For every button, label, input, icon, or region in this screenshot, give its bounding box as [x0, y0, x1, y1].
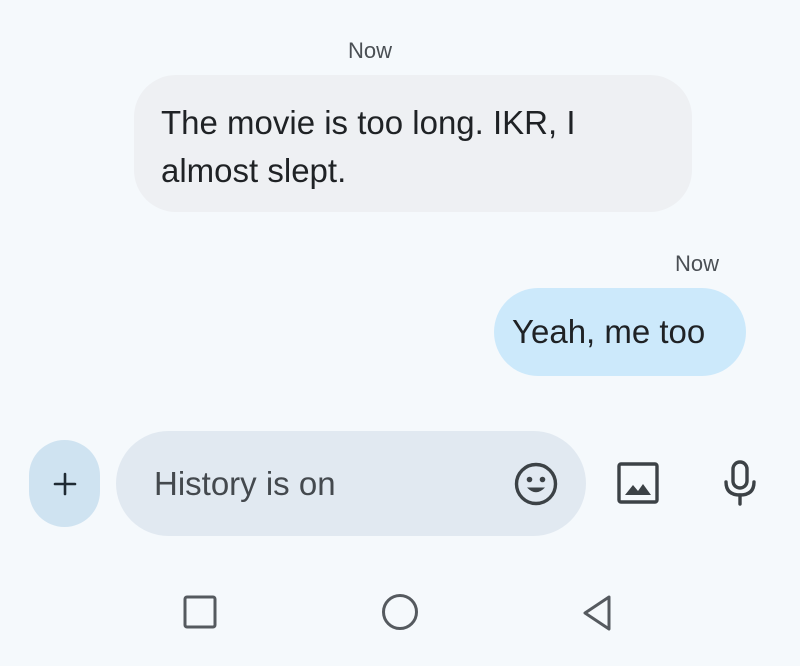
triangle-back-icon [583, 595, 611, 631]
circle-icon [382, 594, 418, 630]
plus-icon [53, 472, 76, 495]
image-icon [617, 462, 659, 504]
attach-plus-button[interactable] [29, 440, 100, 527]
emoji-icon [514, 462, 558, 506]
compose-placeholder[interactable]: History is on [154, 462, 336, 506]
home-button[interactable] [380, 592, 420, 632]
message-timestamp: Now [348, 38, 393, 63]
mic-icon [724, 460, 756, 506]
message-timestamp: Now [675, 251, 720, 276]
incoming-message-bubble[interactable]: The movie is too long. IKR, I almost sle… [134, 75, 692, 212]
recents-button[interactable] [182, 594, 218, 630]
gallery-button[interactable] [616, 461, 660, 505]
outgoing-message-bubble[interactable]: Yeah, me too [494, 288, 746, 376]
square-icon [183, 595, 217, 629]
back-button[interactable] [580, 593, 614, 633]
emoji-button[interactable] [513, 461, 559, 507]
voice-input-button[interactable] [718, 459, 762, 507]
